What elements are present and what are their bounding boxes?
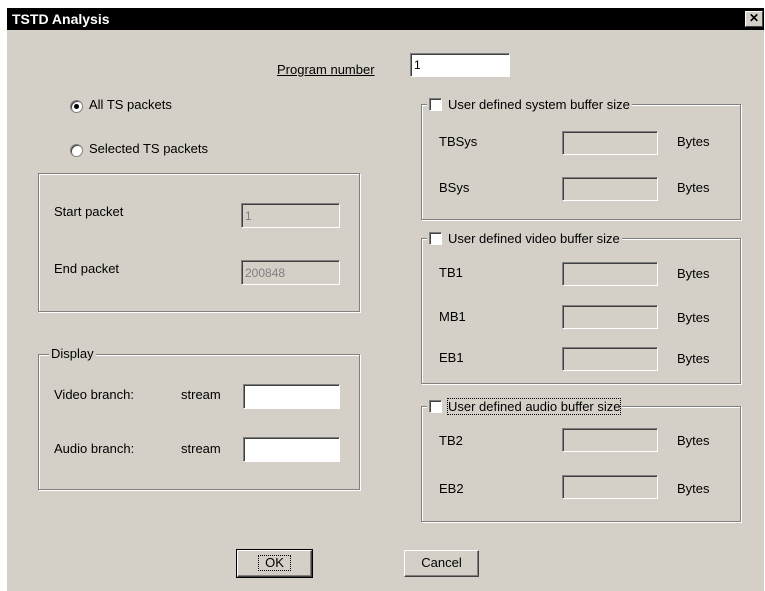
audio-buffer-legend[interactable]: User defined audio buffer size	[446, 398, 622, 415]
bsys-label: BSys	[439, 180, 470, 195]
tb1-label: TB1	[439, 265, 463, 280]
bsys-input	[562, 177, 658, 201]
system-buffer-legend[interactable]: User defined system buffer size	[448, 97, 630, 112]
cancel-button[interactable]: Cancel	[404, 550, 479, 577]
tb1-input	[562, 262, 658, 286]
video-stream-input[interactable]	[243, 384, 340, 409]
window-title: TSTD Analysis	[12, 11, 110, 27]
system-buffer-group	[421, 104, 741, 220]
audio-buffer-checkbox-label[interactable]: User defined audio buffer size	[427, 398, 623, 415]
system-buffer-checkbox-label[interactable]: User defined system buffer size	[427, 97, 632, 113]
audio-buffer-group	[421, 406, 741, 522]
tbsys-input	[562, 131, 658, 155]
eb1-unit: Bytes	[677, 351, 710, 366]
bsys-unit: Bytes	[677, 180, 710, 195]
program-number-input[interactable]	[410, 53, 510, 77]
mb1-unit: Bytes	[677, 310, 710, 325]
selected-ts-packets-radio[interactable]	[70, 144, 83, 157]
tb2-unit: Bytes	[677, 433, 710, 448]
display-group	[38, 354, 360, 490]
program-number-label: Program number	[277, 62, 375, 78]
all-ts-packets-label[interactable]: All TS packets	[89, 97, 172, 113]
tbsys-label: TBSys	[439, 134, 478, 149]
audio-branch-label: Audio branch:	[54, 441, 135, 456]
video-buffer-legend[interactable]: User defined video buffer size	[448, 231, 620, 246]
end-packet-input	[241, 260, 340, 285]
title-bar: TSTD Analysis ✕	[7, 8, 764, 30]
close-icon[interactable]: ✕	[745, 11, 763, 27]
start-packet-input	[241, 203, 340, 228]
eb1-input	[562, 347, 658, 371]
tb2-label: TB2	[439, 433, 463, 448]
video-stream-label: stream	[181, 387, 221, 402]
all-ts-packets-radio[interactable]	[70, 100, 83, 113]
video-buffer-checkbox-label[interactable]: User defined video buffer size	[427, 231, 622, 247]
system-buffer-checkbox[interactable]	[429, 98, 442, 111]
audio-stream-label: stream	[181, 441, 221, 456]
ok-button-label: OK	[258, 555, 291, 571]
tbsys-unit: Bytes	[677, 134, 710, 149]
ok-button[interactable]: OK	[236, 549, 313, 578]
mb1-input	[562, 305, 658, 329]
eb2-unit: Bytes	[677, 481, 710, 496]
audio-stream-input[interactable]	[243, 437, 340, 462]
display-group-legend: Display	[49, 346, 96, 362]
packet-range-group	[38, 173, 360, 312]
video-branch-label: Video branch:	[54, 387, 134, 402]
eb2-input	[562, 475, 658, 499]
program-number-label-text: Program number	[277, 62, 375, 77]
tb2-input	[562, 428, 658, 452]
video-buffer-checkbox[interactable]	[429, 232, 442, 245]
selected-ts-packets-label[interactable]: Selected TS packets	[89, 141, 208, 157]
start-packet-label: Start packet	[54, 204, 124, 219]
cancel-button-label: Cancel	[421, 555, 462, 570]
tstd-analysis-dialog: TSTD Analysis ✕ Program number All TS pa…	[7, 8, 764, 591]
audio-buffer-checkbox[interactable]	[429, 400, 442, 413]
mb1-label: MB1	[439, 309, 466, 324]
end-packet-label: End packet	[54, 261, 120, 276]
eb1-label: EB1	[439, 350, 464, 365]
radio-selected-dot	[74, 104, 79, 109]
tb1-unit: Bytes	[677, 266, 710, 281]
eb2-label: EB2	[439, 481, 464, 496]
